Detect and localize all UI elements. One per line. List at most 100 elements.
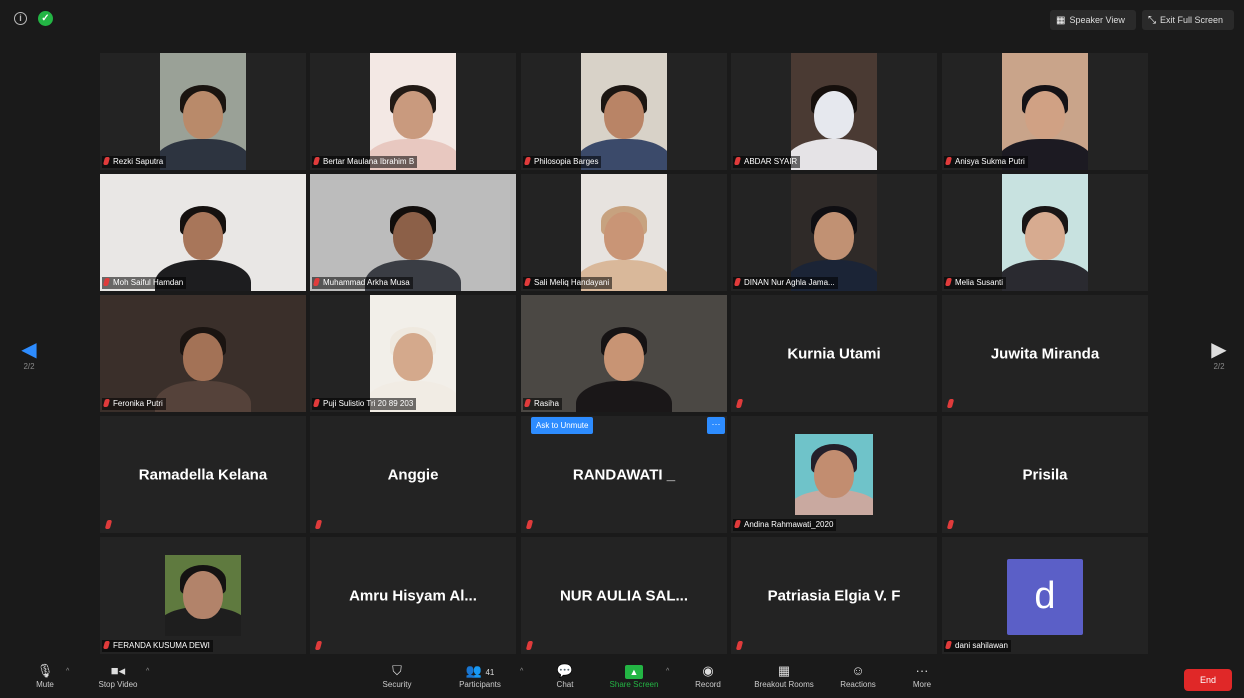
- video-feed: [791, 53, 877, 170]
- meeting-toolbar: 🎙 Mute ^ ■◂ Stop Video ^ ⛉ Security 👥 41…: [0, 658, 1244, 698]
- info-icon[interactable]: i: [14, 12, 27, 25]
- share-screen-button[interactable]: ▲ Share Screen: [604, 662, 664, 689]
- participant-tile[interactable]: Anisya Sukma Putri: [942, 53, 1148, 170]
- reaction-smiley-icon: ☺: [851, 663, 865, 678]
- encryption-shield-icon[interactable]: ✓: [38, 11, 53, 26]
- participant-tile[interactable]: Ramadella Kelana: [100, 416, 306, 533]
- previous-page-button[interactable]: ◀ 2/2: [14, 338, 44, 386]
- more-dots-icon: ···: [915, 663, 929, 678]
- muted-mic-icon: [104, 520, 113, 529]
- video-feed: [1002, 174, 1088, 291]
- muted-mic-icon: [733, 157, 742, 165]
- more-options-button[interactable]: ···: [707, 417, 725, 434]
- participant-tile[interactable]: Muhammad Arkha Musa: [310, 174, 516, 291]
- participant-tile[interactable]: Moh Saiful Hamdan: [100, 174, 306, 291]
- participant-tile[interactable]: DINAN Nur Aghla Jama...: [731, 174, 937, 291]
- stop-video-button[interactable]: ■◂ Stop Video: [92, 662, 144, 689]
- participant-tile[interactable]: Puji Sulistio Tri 20 89 203: [310, 295, 516, 412]
- participant-name-label: Bertar Maulana Ibrahim B: [312, 156, 418, 168]
- video-feed: [581, 53, 667, 170]
- participant-tile[interactable]: Melia Susanti: [942, 174, 1148, 291]
- participant-tile[interactable]: Bertar Maulana Ibrahim B: [310, 53, 516, 170]
- participants-options-caret[interactable]: ^: [520, 668, 523, 675]
- participant-tile[interactable]: FERANDA KUSUMA DEWI: [100, 537, 306, 654]
- participant-tile[interactable]: Feronika Putri: [100, 295, 306, 412]
- breakout-rooms-icon: ▦: [777, 663, 791, 678]
- muted-mic-icon: [523, 157, 532, 165]
- muted-mic-icon: [312, 399, 321, 407]
- participant-name: Amru Hisyam Al...: [349, 587, 477, 604]
- video-feed: [310, 174, 516, 291]
- video-feed: [160, 53, 246, 170]
- muted-mic-icon: [733, 520, 742, 528]
- mute-button[interactable]: 🎙 Mute: [30, 662, 60, 689]
- exit-fullscreen-icon: ⤡: [1148, 15, 1156, 26]
- muted-mic-icon: [733, 278, 742, 286]
- record-button[interactable]: ◉ Record: [690, 662, 726, 689]
- ask-to-unmute-button[interactable]: Ask to Unmute: [531, 417, 594, 434]
- left-arrow-icon: ◀: [21, 339, 37, 361]
- muted-mic-icon: [102, 157, 111, 165]
- participant-name-label: Andina Rahmawati_2020: [733, 519, 837, 531]
- participant-name-label: Anisya Sukma Putri: [944, 156, 1028, 168]
- muted-mic-icon: [735, 399, 744, 408]
- participant-tile[interactable]: Prisila: [942, 416, 1148, 533]
- participant-tile[interactable]: Patriasia Elgia V. F: [731, 537, 937, 654]
- participant-tile[interactable]: Amru Hisyam Al...: [310, 537, 516, 654]
- exit-fullscreen-button[interactable]: ⤡ Exit Full Screen: [1142, 10, 1234, 30]
- muted-mic-icon: [944, 278, 953, 286]
- participant-tile[interactable]: Anggie: [310, 416, 516, 533]
- speaker-view-icon: ▦: [1056, 15, 1066, 26]
- muted-mic-icon: [525, 641, 534, 650]
- shield-icon: ⛉: [392, 663, 402, 678]
- right-arrow-icon: ▶: [1211, 339, 1227, 361]
- participant-name-label: FERANDA KUSUMA DEWI: [102, 640, 213, 652]
- video-feed: [370, 295, 456, 412]
- page-indicator: 2/2: [23, 362, 35, 371]
- chat-button[interactable]: 💬 Chat: [552, 662, 578, 689]
- speaker-view-button[interactable]: ▦ Speaker View: [1050, 10, 1136, 30]
- participant-name-label: ABDAR SYAIR: [733, 156, 801, 168]
- participant-name-label: Feronika Putri: [102, 398, 166, 410]
- participant-tile[interactable]: Juwita Miranda: [942, 295, 1148, 412]
- participant-tile[interactable]: Rezki Saputra: [100, 53, 306, 170]
- mute-options-caret[interactable]: ^: [66, 668, 69, 675]
- participant-tile[interactable]: Andina Rahmawati_2020: [731, 416, 937, 533]
- reactions-button[interactable]: ☺ Reactions: [834, 662, 882, 689]
- share-options-caret[interactable]: ^: [666, 668, 669, 675]
- security-button[interactable]: ⛉ Security: [376, 662, 418, 689]
- participant-tile[interactable]: ABDAR SYAIR: [731, 53, 937, 170]
- next-page-button[interactable]: ▶ 2/2: [1204, 338, 1234, 386]
- avatar: d: [1007, 559, 1083, 635]
- participant-tile[interactable]: Sali Meliq Handayani: [521, 174, 727, 291]
- participant-tile[interactable]: d dani sahilawan: [942, 537, 1148, 654]
- participants-button[interactable]: 👥 41 Participants: [452, 662, 508, 689]
- video-feed: [521, 295, 727, 412]
- end-meeting-button[interactable]: End: [1184, 669, 1232, 691]
- share-screen-icon: ▲: [604, 662, 664, 680]
- muted-mic-icon: [525, 520, 534, 529]
- participant-tile[interactable]: Kurnia Utami: [731, 295, 937, 412]
- gallery-grid: Rezki Saputra Bertar Maulana Ibrahim B P…: [100, 53, 1148, 654]
- more-button[interactable]: ··· More: [906, 662, 938, 689]
- top-bar: i ✓ ▦ Speaker View ⤡ Exit Full Screen: [0, 0, 1244, 40]
- muted-mic-icon: [735, 641, 744, 650]
- muted-mic-icon: [314, 520, 323, 529]
- video-feed: [100, 295, 306, 412]
- breakout-rooms-button[interactable]: ▦ Breakout Rooms: [746, 662, 822, 689]
- profile-photo: [165, 555, 241, 636]
- participant-tile[interactable]: NUR AULIA SAL...: [521, 537, 727, 654]
- participant-name-label: Puji Sulistio Tri 20 89 203: [312, 398, 417, 410]
- participant-name: RANDAWATI _: [572, 466, 676, 483]
- participant-tile[interactable]: Rasiha: [521, 295, 727, 412]
- muted-mic-icon: [523, 399, 532, 407]
- video-feed: [100, 174, 306, 291]
- participant-name-label: Sali Meliq Handayani: [523, 277, 613, 289]
- video-feed: [581, 174, 667, 291]
- participant-tile[interactable]: Philosopia Barges: [521, 53, 727, 170]
- muted-mic-icon: [312, 157, 321, 165]
- video-options-caret[interactable]: ^: [146, 668, 149, 675]
- participants-count: 41: [485, 668, 495, 677]
- chat-bubble-icon: 💬: [556, 663, 574, 678]
- video-camera-icon: ■◂: [110, 663, 126, 678]
